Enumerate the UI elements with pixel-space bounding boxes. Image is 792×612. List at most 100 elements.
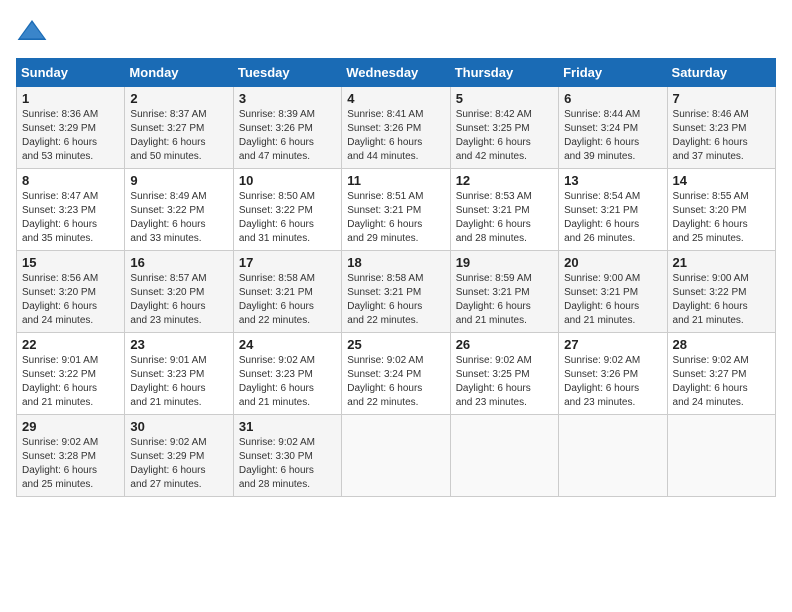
day-info: Sunrise: 8:57 AM Sunset: 3:20 PM Dayligh… (130, 272, 227, 328)
day-number: 16 (130, 255, 227, 270)
weekday-header-row: SundayMondayTuesdayWednesdayThursdayFrid… (17, 59, 776, 87)
day-info: Sunrise: 8:59 AM Sunset: 3:21 PM Dayligh… (456, 272, 553, 328)
calendar-cell: 14 Sunrise: 8:55 AM Sunset: 3:20 PM Dayl… (667, 169, 775, 251)
day-info: Sunrise: 8:39 AM Sunset: 3:26 PM Dayligh… (239, 108, 336, 164)
calendar-week-2: 8 Sunrise: 8:47 AM Sunset: 3:23 PM Dayli… (17, 169, 776, 251)
day-info: Sunrise: 9:01 AM Sunset: 3:22 PM Dayligh… (22, 354, 119, 410)
day-number: 27 (564, 337, 661, 352)
day-number: 9 (130, 173, 227, 188)
day-number: 24 (239, 337, 336, 352)
day-number: 15 (22, 255, 119, 270)
calendar-cell: 30 Sunrise: 9:02 AM Sunset: 3:29 PM Dayl… (125, 415, 233, 497)
day-number: 14 (673, 173, 770, 188)
day-number: 25 (347, 337, 444, 352)
day-info: Sunrise: 8:41 AM Sunset: 3:26 PM Dayligh… (347, 108, 444, 164)
weekday-sunday: Sunday (17, 59, 125, 87)
day-info: Sunrise: 8:51 AM Sunset: 3:21 PM Dayligh… (347, 190, 444, 246)
calendar-cell: 16 Sunrise: 8:57 AM Sunset: 3:20 PM Dayl… (125, 251, 233, 333)
day-number: 20 (564, 255, 661, 270)
day-info: Sunrise: 8:55 AM Sunset: 3:20 PM Dayligh… (673, 190, 770, 246)
day-info: Sunrise: 8:58 AM Sunset: 3:21 PM Dayligh… (239, 272, 336, 328)
day-info: Sunrise: 9:01 AM Sunset: 3:23 PM Dayligh… (130, 354, 227, 410)
calendar-cell: 10 Sunrise: 8:50 AM Sunset: 3:22 PM Dayl… (233, 169, 341, 251)
calendar-cell: 11 Sunrise: 8:51 AM Sunset: 3:21 PM Dayl… (342, 169, 450, 251)
calendar-cell: 24 Sunrise: 9:02 AM Sunset: 3:23 PM Dayl… (233, 333, 341, 415)
day-number: 22 (22, 337, 119, 352)
calendar-cell: 29 Sunrise: 9:02 AM Sunset: 3:28 PM Dayl… (17, 415, 125, 497)
calendar-cell: 20 Sunrise: 9:00 AM Sunset: 3:21 PM Dayl… (559, 251, 667, 333)
day-number: 21 (673, 255, 770, 270)
day-info: Sunrise: 9:02 AM Sunset: 3:27 PM Dayligh… (673, 354, 770, 410)
day-number: 31 (239, 419, 336, 434)
calendar-body: 1 Sunrise: 8:36 AM Sunset: 3:29 PM Dayli… (17, 87, 776, 497)
weekday-thursday: Thursday (450, 59, 558, 87)
calendar-week-4: 22 Sunrise: 9:01 AM Sunset: 3:22 PM Dayl… (17, 333, 776, 415)
day-info: Sunrise: 9:02 AM Sunset: 3:28 PM Dayligh… (22, 436, 119, 492)
day-info: Sunrise: 8:54 AM Sunset: 3:21 PM Dayligh… (564, 190, 661, 246)
day-info: Sunrise: 9:00 AM Sunset: 3:21 PM Dayligh… (564, 272, 661, 328)
day-info: Sunrise: 8:50 AM Sunset: 3:22 PM Dayligh… (239, 190, 336, 246)
day-number: 2 (130, 91, 227, 106)
day-number: 8 (22, 173, 119, 188)
day-number: 19 (456, 255, 553, 270)
day-number: 29 (22, 419, 119, 434)
day-info: Sunrise: 8:46 AM Sunset: 3:23 PM Dayligh… (673, 108, 770, 164)
weekday-friday: Friday (559, 59, 667, 87)
day-info: Sunrise: 8:56 AM Sunset: 3:20 PM Dayligh… (22, 272, 119, 328)
day-number: 26 (456, 337, 553, 352)
day-info: Sunrise: 8:49 AM Sunset: 3:22 PM Dayligh… (130, 190, 227, 246)
page-header (16, 16, 776, 48)
day-info: Sunrise: 8:44 AM Sunset: 3:24 PM Dayligh… (564, 108, 661, 164)
calendar-cell (667, 415, 775, 497)
day-info: Sunrise: 9:02 AM Sunset: 3:26 PM Dayligh… (564, 354, 661, 410)
day-number: 30 (130, 419, 227, 434)
day-number: 18 (347, 255, 444, 270)
calendar-cell (450, 415, 558, 497)
day-info: Sunrise: 9:02 AM Sunset: 3:23 PM Dayligh… (239, 354, 336, 410)
calendar-cell (559, 415, 667, 497)
calendar-cell: 12 Sunrise: 8:53 AM Sunset: 3:21 PM Dayl… (450, 169, 558, 251)
day-info: Sunrise: 9:02 AM Sunset: 3:25 PM Dayligh… (456, 354, 553, 410)
calendar-cell: 23 Sunrise: 9:01 AM Sunset: 3:23 PM Dayl… (125, 333, 233, 415)
calendar-week-1: 1 Sunrise: 8:36 AM Sunset: 3:29 PM Dayli… (17, 87, 776, 169)
calendar-week-5: 29 Sunrise: 9:02 AM Sunset: 3:28 PM Dayl… (17, 415, 776, 497)
day-info: Sunrise: 9:02 AM Sunset: 3:24 PM Dayligh… (347, 354, 444, 410)
day-number: 28 (673, 337, 770, 352)
day-number: 5 (456, 91, 553, 106)
calendar-cell: 7 Sunrise: 8:46 AM Sunset: 3:23 PM Dayli… (667, 87, 775, 169)
day-number: 7 (673, 91, 770, 106)
day-number: 23 (130, 337, 227, 352)
calendar-week-3: 15 Sunrise: 8:56 AM Sunset: 3:20 PM Dayl… (17, 251, 776, 333)
calendar-table: SundayMondayTuesdayWednesdayThursdayFrid… (16, 58, 776, 497)
calendar-cell: 27 Sunrise: 9:02 AM Sunset: 3:26 PM Dayl… (559, 333, 667, 415)
calendar-cell: 3 Sunrise: 8:39 AM Sunset: 3:26 PM Dayli… (233, 87, 341, 169)
day-info: Sunrise: 8:36 AM Sunset: 3:29 PM Dayligh… (22, 108, 119, 164)
weekday-monday: Monday (125, 59, 233, 87)
calendar-cell: 2 Sunrise: 8:37 AM Sunset: 3:27 PM Dayli… (125, 87, 233, 169)
day-number: 3 (239, 91, 336, 106)
day-number: 12 (456, 173, 553, 188)
logo (16, 16, 52, 48)
calendar-cell: 25 Sunrise: 9:02 AM Sunset: 3:24 PM Dayl… (342, 333, 450, 415)
calendar-cell: 1 Sunrise: 8:36 AM Sunset: 3:29 PM Dayli… (17, 87, 125, 169)
day-number: 13 (564, 173, 661, 188)
calendar-cell: 9 Sunrise: 8:49 AM Sunset: 3:22 PM Dayli… (125, 169, 233, 251)
calendar-cell: 21 Sunrise: 9:00 AM Sunset: 3:22 PM Dayl… (667, 251, 775, 333)
day-number: 1 (22, 91, 119, 106)
calendar-cell: 8 Sunrise: 8:47 AM Sunset: 3:23 PM Dayli… (17, 169, 125, 251)
day-number: 17 (239, 255, 336, 270)
day-info: Sunrise: 8:47 AM Sunset: 3:23 PM Dayligh… (22, 190, 119, 246)
day-number: 11 (347, 173, 444, 188)
day-number: 6 (564, 91, 661, 106)
calendar-cell (342, 415, 450, 497)
day-info: Sunrise: 9:02 AM Sunset: 3:29 PM Dayligh… (130, 436, 227, 492)
calendar-cell: 22 Sunrise: 9:01 AM Sunset: 3:22 PM Dayl… (17, 333, 125, 415)
day-info: Sunrise: 8:53 AM Sunset: 3:21 PM Dayligh… (456, 190, 553, 246)
calendar-header: SundayMondayTuesdayWednesdayThursdayFrid… (17, 59, 776, 87)
calendar-cell: 18 Sunrise: 8:58 AM Sunset: 3:21 PM Dayl… (342, 251, 450, 333)
day-info: Sunrise: 8:37 AM Sunset: 3:27 PM Dayligh… (130, 108, 227, 164)
calendar-cell: 5 Sunrise: 8:42 AM Sunset: 3:25 PM Dayli… (450, 87, 558, 169)
logo-icon (16, 16, 48, 48)
calendar-cell: 6 Sunrise: 8:44 AM Sunset: 3:24 PM Dayli… (559, 87, 667, 169)
day-info: Sunrise: 8:42 AM Sunset: 3:25 PM Dayligh… (456, 108, 553, 164)
